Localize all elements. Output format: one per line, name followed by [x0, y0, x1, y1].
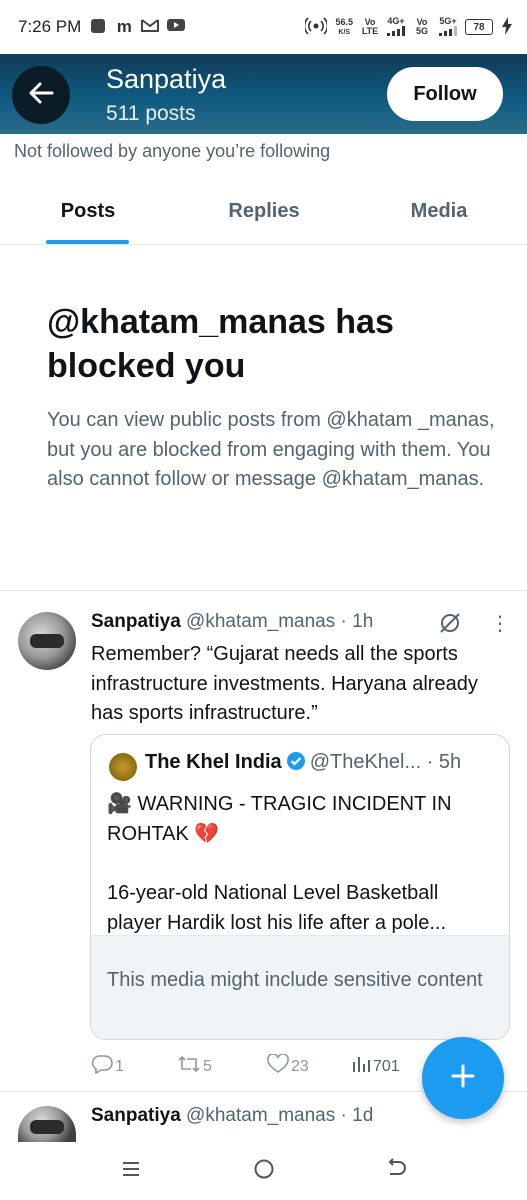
- repost-button[interactable]: 5: [177, 1054, 212, 1079]
- arrow-left-icon: [27, 79, 55, 112]
- tweet-author-name[interactable]: Sanpatiya: [91, 611, 181, 632]
- battery-indicator: 78: [465, 19, 493, 35]
- menu-lines-icon: [120, 1159, 142, 1184]
- quoted-tweet[interactable]: The Khel India @TheKhel... · 5h 🎥 WARNING…: [90, 734, 510, 1040]
- verified-badge-icon: [286, 751, 306, 771]
- tweet-meta: @khatam_manas · 1d: [186, 1105, 374, 1126]
- grok-icon[interactable]: [438, 611, 462, 635]
- follow-button[interactable]: Follow: [387, 67, 503, 121]
- heart-icon: [267, 1053, 289, 1079]
- home-circle-icon: [252, 1157, 276, 1186]
- back-arrow-icon: [384, 1157, 408, 1185]
- clock: 7:26 PM: [18, 17, 82, 36]
- repost-icon: [177, 1054, 201, 1079]
- quoted-author-name: The Khel India: [145, 751, 282, 773]
- quoted-avatar: [109, 753, 137, 781]
- gmail-icon: [141, 18, 160, 36]
- sim2-signal: 5G+: [439, 16, 457, 38]
- notification-app-icon: [89, 18, 107, 36]
- active-tab-indicator: [46, 240, 129, 244]
- sensitive-media-text: This media might include sensitive conte…: [107, 969, 483, 991]
- quoted-tweet-text: 🎥 WARNING - TRAGIC INCIDENT IN ROHTAK 💔 …: [107, 793, 452, 934]
- reply-icon: [91, 1054, 113, 1079]
- profile-tabs: Posts Replies Media: [0, 186, 527, 245]
- like-button[interactable]: 23: [267, 1053, 309, 1079]
- reply-count: 1: [115, 1057, 124, 1075]
- sensitive-media-warning[interactable]: This media might include sensitive conte…: [91, 935, 509, 1039]
- avatar[interactable]: [18, 612, 76, 670]
- hotspot-icon: [304, 16, 329, 38]
- reply-button[interactable]: 1: [91, 1054, 124, 1079]
- tweet-text: Remember? “Gujarat needs all the sports …: [91, 643, 478, 724]
- charging-icon: [501, 16, 513, 38]
- blocked-title: @khatam_manas has blocked you: [47, 303, 394, 385]
- youtube-icon: [167, 18, 186, 36]
- like-count: 23: [291, 1057, 309, 1075]
- tweet-header: Sanpatiya @khatam_manas · 1h: [91, 611, 373, 633]
- tweet-meta: @khatam_manas · 1h: [186, 611, 374, 632]
- views-icon: [351, 1054, 371, 1079]
- views-button[interactable]: 701: [351, 1054, 400, 1079]
- quoted-tweet-header: The Khel India @TheKhel... · 5h: [145, 751, 461, 774]
- tweet-header: Sanpatiya @khatam_manas · 1d: [91, 1105, 373, 1127]
- status-bar: 7:26 PM m 56.5 K/S Vo LTE 4G+ Vo 5G 5G+ 7…: [0, 0, 527, 54]
- repost-count: 5: [203, 1057, 212, 1075]
- quoted-handle-meta: @TheKhel... · 5h: [309, 751, 462, 773]
- sim1-signal: 4G+: [387, 16, 405, 38]
- home-button[interactable]: [249, 1156, 279, 1186]
- tab-media[interactable]: Media: [392, 200, 486, 223]
- divider: [0, 590, 527, 591]
- avatar[interactable]: [18, 1106, 76, 1142]
- profile-name: Sanpatiya: [106, 64, 227, 94]
- system-navigation-bar: [0, 1142, 527, 1200]
- plus-icon: [449, 1062, 477, 1095]
- more-options-icon[interactable]: ⋮: [490, 612, 510, 636]
- blocked-description: You can view public posts from @khatam _…: [47, 409, 495, 490]
- back-button[interactable]: [12, 66, 70, 124]
- tweet-author-name[interactable]: Sanpatiya: [91, 1105, 181, 1126]
- tab-posts[interactable]: Posts: [46, 200, 130, 223]
- sim1-label: Vo LTE: [361, 17, 379, 36]
- recent-apps-button[interactable]: [116, 1156, 146, 1186]
- back-nav-button[interactable]: [381, 1156, 411, 1186]
- profile-header-banner: Sanpatiya 511 posts Follow: [0, 54, 527, 134]
- post-count: 511 posts: [106, 102, 196, 125]
- sim2-label: Vo 5G: [415, 17, 428, 36]
- followers-you-know: Not followed by anyone you’re following: [14, 141, 331, 161]
- network-speed: 56.5 K/S: [335, 16, 353, 36]
- m-app-icon: m: [116, 17, 132, 36]
- tab-replies[interactable]: Replies: [212, 200, 316, 223]
- compose-button[interactable]: [422, 1037, 504, 1119]
- view-count: 701: [373, 1057, 400, 1075]
